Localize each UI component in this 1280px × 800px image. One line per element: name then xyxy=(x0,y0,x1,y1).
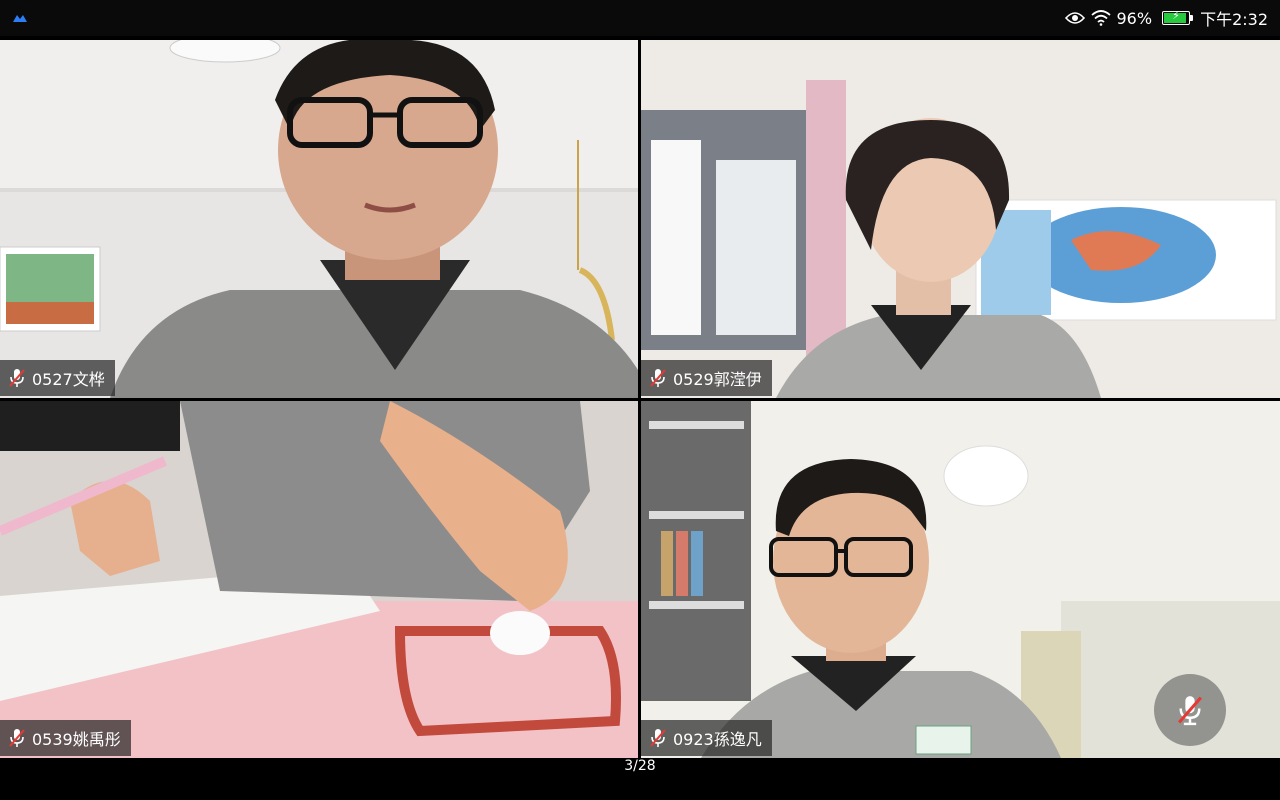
video-meeting-screen: 96% ⚡ 下午2:32 0527文桦 0529郭滢伊 0539姚禹彤 0923… xyxy=(0,0,1280,800)
mute-toggle-button[interactable] xyxy=(1154,674,1226,746)
clock: 下午2:32 xyxy=(1200,10,1268,29)
page-indicator: 3/28 xyxy=(624,758,656,774)
battery-percent: 96% xyxy=(1116,8,1153,28)
participant-name-tag: 0923孫逸凡 xyxy=(641,720,772,756)
mic-muted-icon xyxy=(1178,696,1202,726)
video-grid: 0527文桦 0529郭滢伊 0539姚禹彤 0923孫逸凡 xyxy=(0,40,1280,758)
mic-muted-icon xyxy=(9,369,25,387)
wifi-icon xyxy=(1090,10,1111,26)
charging-icon: ⚡ xyxy=(1172,9,1180,22)
battery-icon: ⚡ xyxy=(1162,9,1194,25)
status-bar: 96% ⚡ 下午2:32 xyxy=(0,0,1280,36)
eye-comfort-icon xyxy=(1064,12,1085,24)
participant-video-feed xyxy=(0,40,638,398)
participant-video-tile[interactable]: 0539姚禹彤 xyxy=(0,401,638,758)
participant-name: 0529郭滢伊 xyxy=(673,370,762,389)
participant-video-tile[interactable]: 0529郭滢伊 xyxy=(641,40,1280,398)
participant-video-feed xyxy=(641,40,1280,398)
mic-muted-icon xyxy=(650,369,666,387)
participant-name: 0539姚禹彤 xyxy=(32,730,121,749)
participant-name: 0923孫逸凡 xyxy=(673,730,762,749)
participant-name-tag: 0539姚禹彤 xyxy=(0,720,131,756)
participant-name-tag: 0527文桦 xyxy=(0,360,115,396)
participant-video-tile[interactable]: 0527文桦 xyxy=(0,40,638,398)
participant-name-tag: 0529郭滢伊 xyxy=(641,360,772,396)
meeting-app-icon xyxy=(13,15,27,22)
mic-muted-icon xyxy=(650,729,666,747)
participant-video-feed xyxy=(0,401,638,758)
mic-muted-icon xyxy=(9,729,25,747)
participant-name: 0527文桦 xyxy=(32,370,105,389)
